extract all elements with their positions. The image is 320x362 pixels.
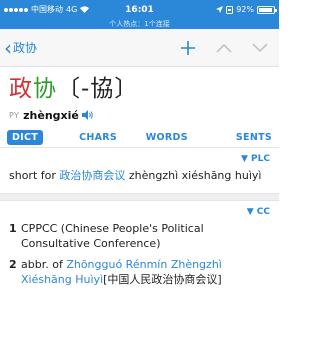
alarm-icon (226, 5, 234, 14)
sense-2: 2 abbr. of Zhōngguó Rénmín Zhèngzhì Xiés… (0, 257, 279, 287)
section-divider (0, 193, 279, 201)
plc-link[interactable]: 政治协商会议 (59, 169, 125, 182)
cc-section-toggle[interactable]: ▼ CC (0, 201, 279, 219)
battery-percent: 92% (236, 5, 254, 14)
tab-bar: DICT CHARS WORDS SENTS (0, 128, 279, 148)
back-label: 政协 (13, 41, 38, 55)
status-right: 92% (216, 5, 277, 14)
back-button[interactable]: ‹ 政协 (4, 38, 37, 58)
plc-suffix: zhèngzhì xiéshāng huìyì (125, 169, 262, 182)
pinyin-line: PY zhèngxié (9, 107, 270, 123)
battery-icon (257, 5, 277, 14)
traditional-variant: -協 (81, 76, 115, 102)
hotspot-banner[interactable]: 个人热点：1个连接 (0, 19, 279, 29)
sense-number: 1 (9, 222, 17, 235)
chevron-up-icon (216, 43, 232, 53)
headword-char-2[interactable]: 协 (33, 76, 57, 102)
signal-icon (4, 7, 28, 12)
sense-text: abbr. of Zhōngguó Rénmín Zhèngzhì Xiéshā… (21, 257, 270, 287)
plc-prefix: short for (9, 169, 60, 182)
entry-header: 政协〔-協〕 PY zhèngxié (0, 67, 279, 123)
tab-dict[interactable]: DICT (7, 130, 44, 145)
nav-actions (177, 37, 271, 59)
network-label: 4G (66, 5, 78, 14)
sense-text: CPPCC (Chinese People's Political Consul… (21, 222, 204, 250)
tab-words[interactable]: WORDS (146, 132, 188, 143)
previous-entry-button[interactable] (213, 37, 235, 59)
plc-definition: short for 政治协商会议 zhèngzhì xiéshāng huìyì (0, 166, 279, 184)
bracket-open: 〔 (57, 76, 81, 102)
status-left: 中国移动 4G (4, 4, 90, 15)
nav-bar: ‹ 政协 (0, 29, 279, 67)
carrier-label: 中国移动 (31, 5, 63, 14)
pinyin: zhèngxié (23, 108, 79, 122)
pinyin-tag: PY (9, 110, 20, 120)
sense-prefix: abbr. of (21, 258, 67, 271)
plus-icon (181, 40, 195, 55)
headword: 政协〔-協〕 (9, 75, 270, 103)
location-icon (216, 6, 224, 13)
wifi-icon (80, 6, 90, 13)
tab-chars[interactable]: CHARS (79, 132, 117, 143)
next-entry-button[interactable] (249, 37, 271, 59)
sense-number: 2 (9, 258, 17, 271)
add-button[interactable] (177, 37, 199, 59)
sense-1: 1 CPPCC (Chinese People's Political Cons… (0, 221, 279, 251)
bracket-close: 〕 (114, 76, 139, 102)
tab-sents[interactable]: SENTS (236, 132, 272, 143)
chevron-down-icon (252, 42, 268, 52)
sense-suffix: [中国人民政治协商会议] (103, 273, 222, 286)
plc-section-toggle[interactable]: ▼ PLC (0, 148, 279, 166)
headword-char-1[interactable]: 政 (9, 76, 33, 102)
chevron-left-icon: ‹ (4, 35, 12, 60)
status-bar: 中国移动 4G 16:01 92% (0, 0, 279, 19)
speaker-icon[interactable] (81, 110, 94, 120)
